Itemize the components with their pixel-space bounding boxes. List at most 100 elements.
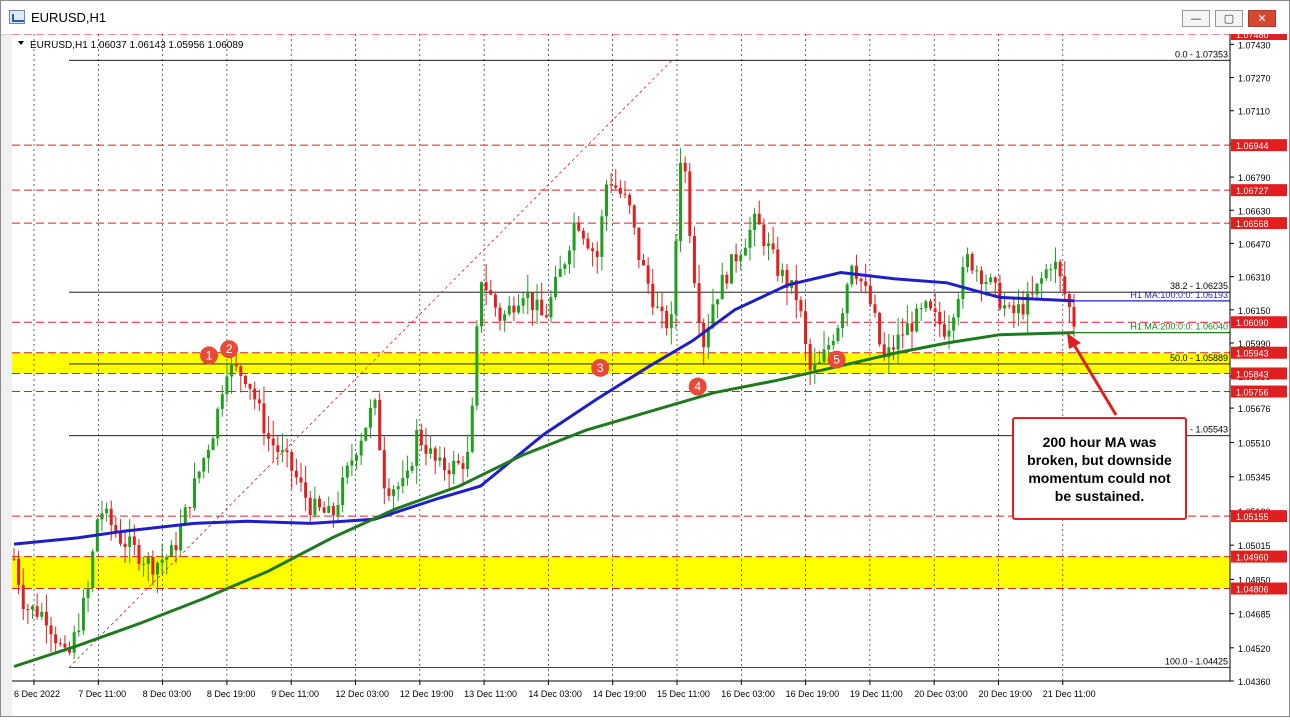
candle-body	[674, 241, 678, 315]
candle-body	[836, 328, 840, 341]
candle-body	[766, 243, 770, 247]
candle-body	[253, 388, 257, 400]
candle-body	[952, 317, 956, 331]
candle-body	[12, 558, 16, 560]
fib-label: 100.0 - 1.04425	[1165, 657, 1228, 667]
price-chart[interactable]: 0.0 - 1.07353 38.2 - 1.06235 50.0 - 1.0588…	[12, 28, 1289, 716]
time-tick-label: 20 Dec 19:00	[979, 689, 1033, 699]
candle-body	[484, 282, 488, 291]
candle-body	[118, 532, 122, 544]
candle-body	[392, 489, 396, 496]
candle-body	[183, 507, 187, 526]
time-tick-label: 16 Dec 19:00	[786, 689, 840, 699]
candle-body	[220, 394, 224, 409]
candle-body	[234, 363, 238, 367]
time-tick-label: 16 Dec 03:00	[721, 689, 775, 699]
candle-body	[646, 265, 650, 284]
time-tick-label: 20 Dec 03:00	[914, 689, 968, 699]
candle-body	[1021, 304, 1025, 315]
candle-body	[225, 376, 229, 395]
candle-body	[373, 399, 377, 408]
candle-body	[401, 478, 405, 487]
candle-body	[285, 450, 289, 452]
candle-body	[993, 277, 997, 283]
candle-body	[1053, 261, 1057, 270]
candle-body	[109, 508, 113, 526]
candle-body	[1016, 304, 1020, 314]
candle-body	[868, 285, 872, 305]
price-tick-label: 1.06630	[1238, 206, 1271, 216]
chart-header-arrow-icon[interactable]	[18, 41, 24, 45]
candle-body	[841, 313, 845, 329]
candle-body	[901, 334, 905, 336]
time-tick-label: 19 Dec 11:00	[850, 689, 903, 699]
candle-body	[507, 305, 511, 315]
support-zone-0	[12, 352, 1230, 374]
candle-body	[503, 314, 507, 321]
candle-body	[956, 299, 960, 318]
candle-body	[230, 363, 234, 377]
candle-body	[915, 308, 919, 332]
title-bar: EURUSD,H1 — ▢ ✕	[1, 1, 1289, 35]
maximize-button[interactable]: ▢	[1215, 10, 1243, 27]
candle-body	[442, 457, 446, 471]
time-tick-label: 12 Dec 19:00	[400, 689, 454, 699]
swing-marker-label: 5	[833, 353, 840, 367]
candle-body	[419, 430, 423, 446]
candle-body	[919, 308, 923, 310]
candle-body	[1007, 305, 1011, 307]
price-tick-label: 1.06470	[1238, 239, 1271, 249]
candle-body	[739, 255, 743, 262]
candle-body	[757, 213, 761, 225]
candle-body	[910, 323, 914, 332]
price-tick-label: 1.04520	[1238, 644, 1271, 654]
candle-body	[563, 264, 567, 269]
candle-body	[734, 254, 738, 262]
candle-body	[132, 536, 136, 545]
candle-body	[475, 326, 479, 406]
candle-body	[142, 563, 146, 565]
candle-body	[466, 451, 470, 470]
minimize-button[interactable]: —	[1182, 10, 1210, 27]
candle-body	[623, 193, 627, 195]
time-tick-label: 12 Dec 03:00	[336, 689, 390, 699]
candle-body	[304, 482, 308, 498]
swing-marker-label: 4	[694, 380, 701, 394]
candle-body	[743, 247, 747, 256]
candle-body	[267, 433, 271, 439]
price-tick-label: 1.06310	[1238, 273, 1271, 283]
candle-body	[105, 508, 109, 514]
candle-body	[100, 513, 104, 520]
candle-body	[808, 344, 812, 371]
chart-canvas[interactable]: 0.0 - 1.0735338.2 - 1.0623550.0 - 1.0588…	[12, 28, 1289, 716]
candle-body	[1044, 269, 1048, 279]
candle-body	[1012, 305, 1016, 314]
candle-body	[1072, 306, 1076, 327]
candle-body	[762, 224, 766, 247]
candle-body	[433, 448, 437, 461]
candle-body	[961, 267, 965, 300]
candle-body	[679, 162, 683, 242]
candle-body	[216, 408, 220, 439]
price-level-tag-label: 1.05943	[1236, 349, 1269, 359]
candle-body	[628, 194, 632, 206]
candle-body	[146, 556, 150, 564]
candle-body	[188, 507, 192, 509]
candle-body	[780, 269, 784, 276]
chart-window: EURUSD,H1 — ▢ ✕ 0.0 - 1.07353 38.2 - 1.06…	[0, 0, 1290, 717]
candle-body	[813, 363, 817, 371]
candle-body	[313, 498, 317, 516]
candle-body	[345, 465, 349, 478]
support-zone-1	[12, 556, 1230, 589]
candle-body	[905, 323, 909, 336]
candle-body	[77, 630, 81, 633]
candle-body	[470, 405, 474, 452]
close-button[interactable]: ✕	[1248, 10, 1276, 27]
price-tick-label: 1.04360	[1238, 677, 1271, 687]
candle-body	[174, 545, 178, 551]
candle-body	[206, 449, 210, 459]
candle-body	[21, 584, 25, 610]
candle-body	[40, 611, 44, 617]
price-level-tag-label: 1.04806	[1236, 585, 1269, 595]
candle-body	[31, 606, 35, 610]
